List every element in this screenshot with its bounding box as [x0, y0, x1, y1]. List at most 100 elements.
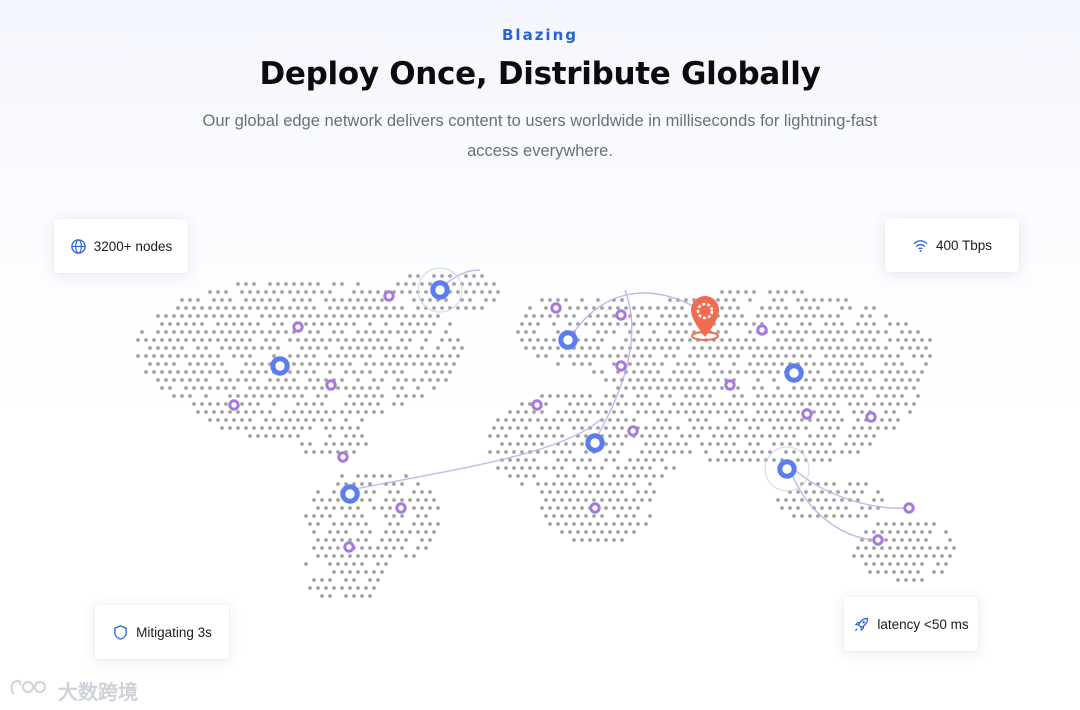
map-dot: [204, 330, 208, 334]
map-dot: [332, 426, 336, 430]
map-dot: [744, 322, 748, 326]
map-dot: [560, 514, 564, 518]
map-dot: [428, 538, 432, 542]
globe-icon: [70, 238, 87, 255]
map-dot: [736, 322, 740, 326]
map-dot: [604, 410, 608, 414]
map-dot: [232, 354, 236, 358]
map-dot: [608, 418, 612, 422]
map-dot: [220, 426, 224, 430]
map-dot: [832, 434, 836, 438]
map-dot: [652, 378, 656, 382]
map-dot: [640, 338, 644, 342]
map-dot: [760, 434, 764, 438]
map-dot: [344, 370, 348, 374]
map-dot: [476, 282, 480, 286]
map-dot: [884, 410, 888, 414]
map-dot: [240, 290, 244, 294]
map-dot: [360, 434, 364, 438]
map-dot: [260, 346, 264, 350]
map-dot: [604, 378, 608, 382]
map-dot: [456, 306, 460, 310]
map-dot: [540, 314, 544, 318]
map-dot: [348, 298, 352, 302]
map-dot: [216, 338, 220, 342]
map-dot: [544, 498, 548, 502]
map-dot: [668, 442, 672, 446]
map-dot: [360, 418, 364, 422]
map-dot: [632, 482, 636, 486]
map-dot: [736, 306, 740, 310]
map-dot: [400, 546, 404, 550]
map-dot: [592, 338, 596, 342]
map-dot: [348, 442, 352, 446]
map-dot: [296, 290, 300, 294]
map-dot: [160, 322, 164, 326]
map-dot: [652, 330, 656, 334]
map-dot: [180, 346, 184, 350]
map-dot: [904, 562, 908, 566]
map-dot: [832, 370, 836, 374]
map-dot: [600, 498, 604, 502]
map-dot: [552, 498, 556, 502]
map-dot: [596, 474, 600, 478]
map-dot: [332, 538, 336, 542]
map-dot: [392, 546, 396, 550]
map-dot: [792, 402, 796, 406]
map-dot: [280, 306, 284, 310]
map-dot: [336, 354, 340, 358]
map-dot: [184, 306, 188, 310]
map-dot: [536, 322, 540, 326]
map-dot: [296, 338, 300, 342]
map-dot: [564, 522, 568, 526]
map-dot: [404, 330, 408, 334]
map-dot: [844, 362, 848, 366]
major-node: [340, 484, 360, 504]
map-dot: [424, 322, 428, 326]
map-dot: [868, 570, 872, 574]
map-dot: [864, 530, 868, 534]
map-dot: [252, 282, 256, 286]
map-dot: [824, 338, 828, 342]
map-dot: [852, 394, 856, 398]
map-dot: [568, 514, 572, 518]
map-dot: [820, 410, 824, 414]
map-dot: [692, 410, 696, 414]
map-dot: [904, 386, 908, 390]
map-dot: [532, 458, 536, 462]
map-dot: [268, 314, 272, 318]
map-dot: [224, 306, 228, 310]
map-dot: [304, 290, 308, 294]
map-dot: [744, 434, 748, 438]
map-dot: [884, 522, 888, 526]
map-dot: [904, 578, 908, 582]
map-dot: [572, 538, 576, 542]
map-dot: [604, 394, 608, 398]
map-dot: [820, 458, 824, 462]
map-dot: [260, 410, 264, 414]
map-dot: [536, 338, 540, 342]
map-dot: [368, 290, 372, 294]
map-dot: [744, 418, 748, 422]
map-dot: [320, 578, 324, 582]
map-dot: [364, 442, 368, 446]
map-dot: [552, 514, 556, 518]
map-dot: [340, 346, 344, 350]
map-dot: [496, 434, 500, 438]
map-dot: [420, 346, 424, 350]
map-dot: [636, 394, 640, 398]
map-dot: [344, 402, 348, 406]
map-dot: [144, 370, 148, 374]
map-dot: [428, 330, 432, 334]
map-pin-icon: [691, 296, 719, 341]
map-dot: [292, 378, 296, 382]
map-dot: [856, 338, 860, 342]
map-dot: [164, 346, 168, 350]
map-dot: [304, 450, 308, 454]
map-dot: [820, 346, 824, 350]
map-dot: [584, 338, 588, 342]
map-dot: [568, 498, 572, 502]
map-dot: [208, 306, 212, 310]
map-dot: [616, 482, 620, 486]
map-dot: [888, 546, 892, 550]
